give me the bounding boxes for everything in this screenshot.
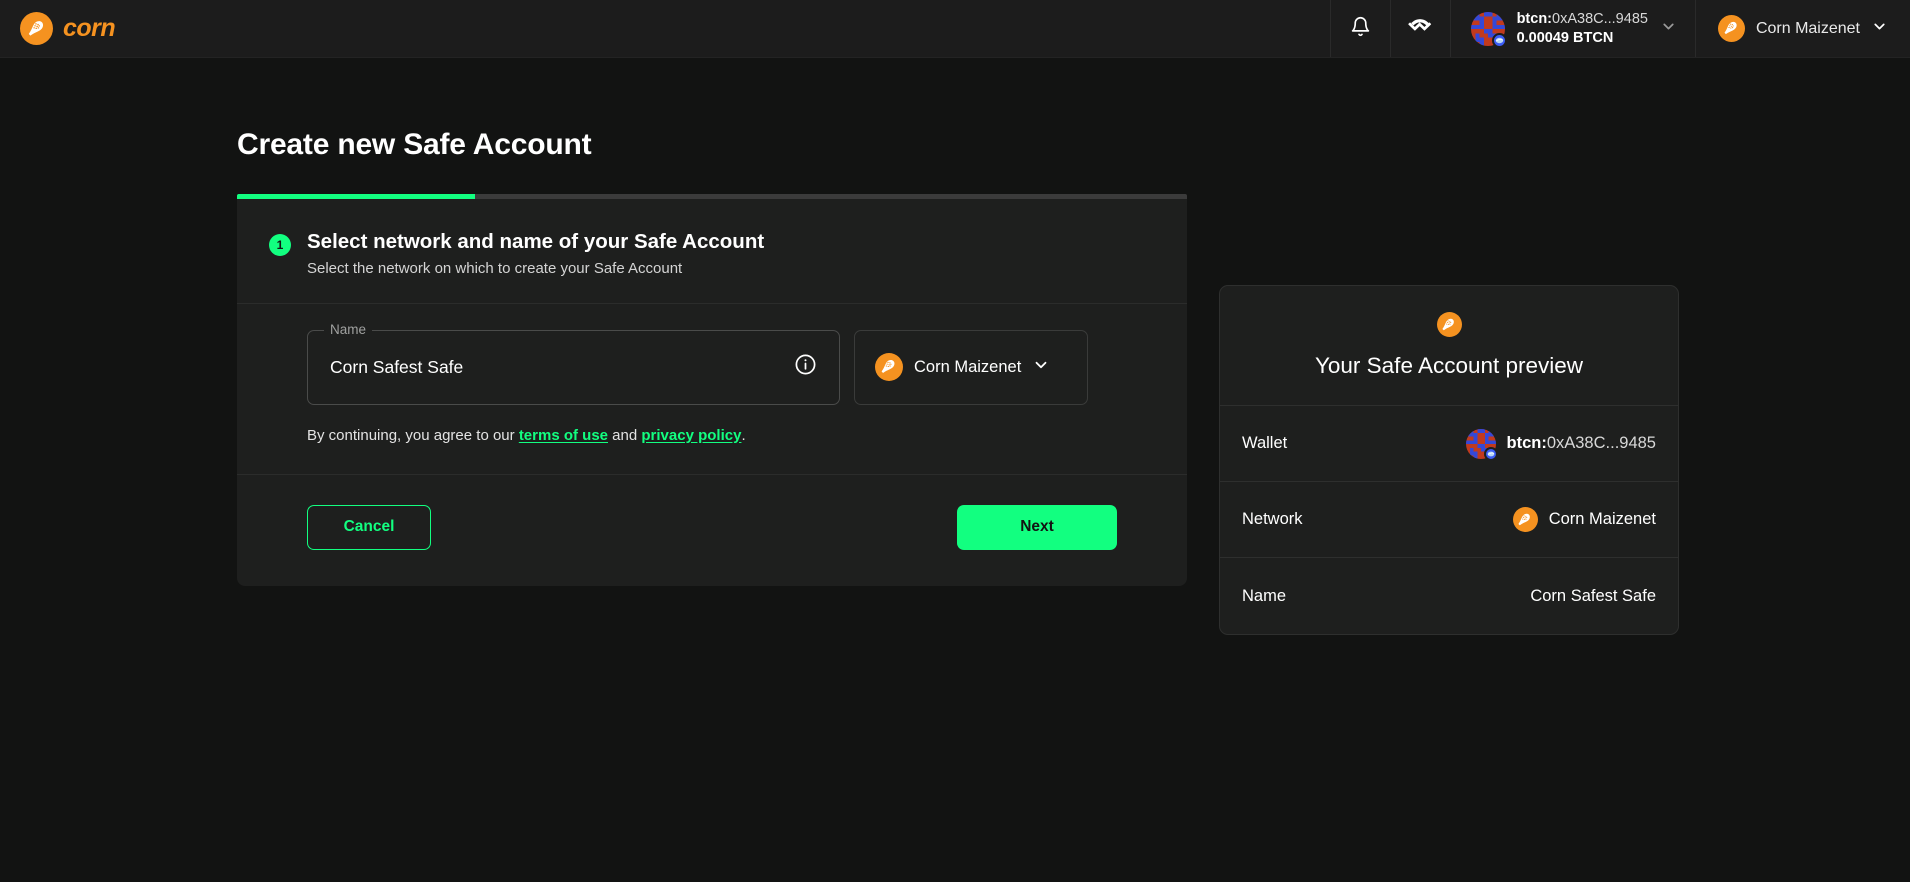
form-row: Name Corn Safest Safe Corn Maizenet [307,321,1155,405]
safe-name-field[interactable]: Name [307,321,840,405]
info-circle-icon[interactable] [794,353,817,381]
blockie-identicon [1465,428,1498,461]
safe-name-label: Name [324,321,373,337]
preview-row-key: Name [1242,586,1287,605]
terms-of-use-link[interactable]: terms of use [519,427,608,444]
corn-cob-icon [1512,507,1538,532]
corn-cob-icon [1436,312,1462,337]
step-subtitle: Select the network on which to create yo… [307,259,683,277]
step-text-group: Select network and name of your Safe Acc… [307,228,764,277]
step-title: Select network and name of your Safe Acc… [307,230,765,253]
preview-row-key: Network [1242,510,1303,528]
rabby-wallet-badge-icon [1483,446,1498,461]
privacy-policy-link[interactable]: privacy policy [641,427,741,444]
wallet-texts: btcn:0xA38C...9485 0.00049 BTCN [1517,10,1648,46]
chevron-down-icon [1032,356,1050,379]
next-button[interactable]: Next [957,504,1117,550]
notifications-button[interactable] [1329,0,1390,57]
card-actions: Cancel Next [237,473,1187,586]
wallet-address: btcn:0xA38C...9485 [1516,11,1648,28]
preview-row-name: Name Corn Safest Safe [1220,558,1678,634]
wallet-account-button[interactable]: btcn:0xA38C...9485 0.00049 BTCN [1449,0,1695,57]
header-spacer [220,0,1330,57]
safe-account-preview-panel: Your Safe Account preview Wallet btcn:0x… [1219,285,1679,635]
terms-suffix: . [741,426,746,444]
wallet-balance: 0.00049 BTCN [1516,29,1614,46]
terms-middle: and [608,426,642,444]
safe-name-input[interactable] [330,356,794,378]
preview-row-wallet: Wallet btcn:0xA38C...9485 [1220,406,1678,482]
terms-notice: By continuing, you agree to our terms of… [307,427,1155,444]
step-header: 1 Select network and name of your Safe A… [237,199,1187,304]
page-title: Create new Safe Account [237,128,592,161]
preview-title: Your Safe Account preview [1314,353,1584,378]
preview-name-value: Corn Safest Safe [1530,586,1656,605]
corn-cob-icon [1717,15,1745,42]
chevron-down-icon [1660,18,1677,40]
app-header: corn btcn:0xA38C...9485 0.00049 BTCN Cor… [0,0,1910,58]
rabby-wallet-badge-icon [1491,32,1507,48]
preview-network-label: Corn Maizenet [1548,510,1656,528]
cancel-button[interactable]: Cancel [307,504,431,550]
preview-row-value: btcn:0xA38C...9485 [1465,428,1657,461]
walletconnect-icon [1408,14,1432,43]
preview-row-key: Wallet [1242,434,1288,452]
preview-row-value: Corn Maizenet [1512,507,1656,532]
bell-icon [1350,16,1371,42]
brand-name: corn [63,14,116,42]
network-selector-label: Corn Maizenet [914,357,1022,376]
corn-cob-icon [875,353,903,382]
walletconnect-button[interactable] [1389,0,1450,57]
preview-wallet-address: btcn:0xA38C...9485 [1506,434,1657,452]
terms-prefix: By continuing, you agree to our [307,426,519,444]
preview-row-value: Corn Safest Safe [1530,587,1656,606]
main-content: Create new Safe Account 1 Select network… [0,58,1910,635]
network-selector[interactable]: Corn Maizenet [854,329,1088,405]
header-network-selector[interactable]: Corn Maizenet [1694,0,1910,57]
step-number-badge: 1 [269,234,291,256]
preview-header: Your Safe Account preview [1220,286,1678,406]
form-body: Name Corn Safest Safe Corn Maizenet By c… [237,304,1187,474]
header-network-label: Corn Maizenet [1755,19,1860,37]
blockie-identicon [1470,11,1507,48]
corn-cob-icon [20,12,53,45]
preview-row-network: Network Corn Maizenet [1220,482,1678,558]
create-safe-card: 1 Select network and name of your Safe A… [237,199,1187,586]
brand-logo[interactable]: corn [0,0,220,57]
chevron-down-icon [1871,18,1888,40]
left-column: Create new Safe Account 1 Select network… [237,128,1187,586]
